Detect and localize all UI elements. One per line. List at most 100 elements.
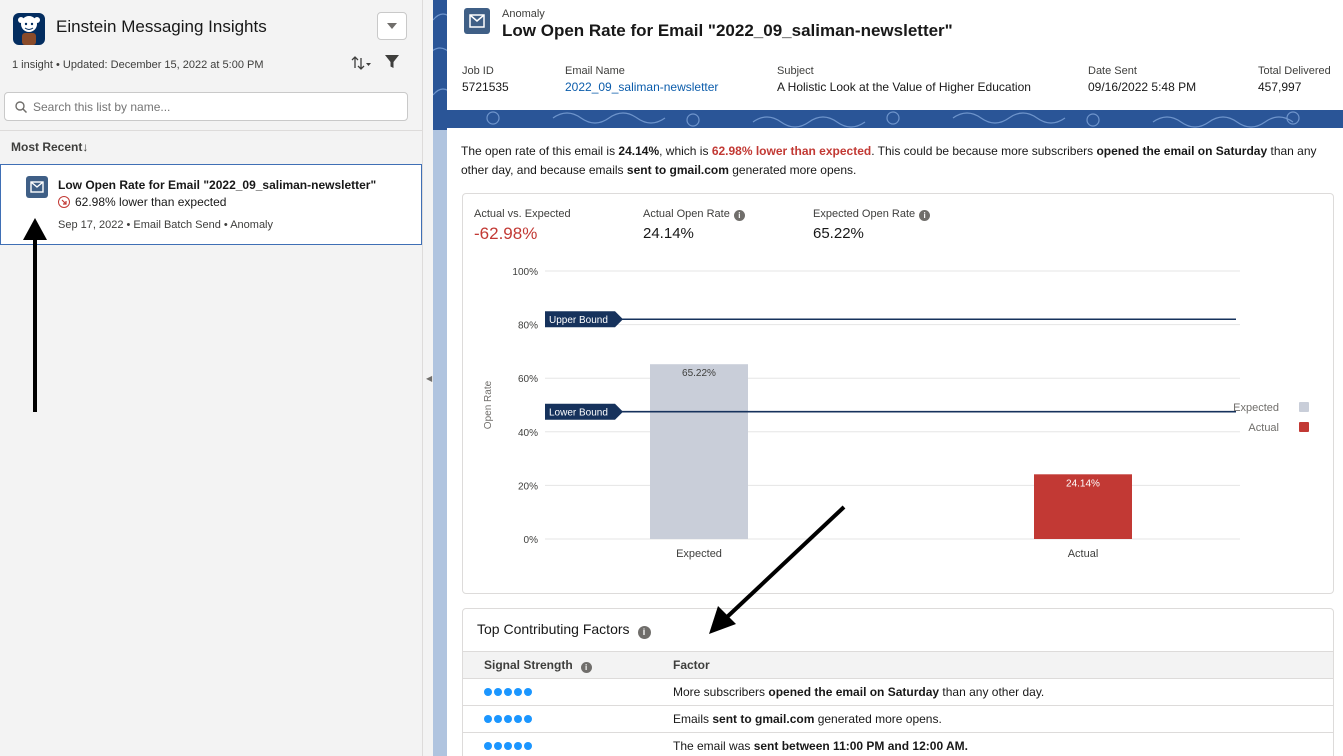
record-title: Low Open Rate for Email "2022_09_saliman… (502, 21, 953, 40)
insight-detail-panel: Anomaly Low Open Rate for Email "2022_09… (433, 0, 1343, 756)
filter-icon[interactable] (384, 54, 400, 70)
collapse-arrow-icon: ◀ (426, 374, 433, 383)
table-row: Emails sent to gmail.com generated more … (463, 706, 1333, 733)
factor-bold: sent between 11:00 PM and 12:00 AM. (753, 739, 968, 753)
upper-bound-label: Upper Bound (549, 315, 608, 326)
sort-icon[interactable] (350, 55, 372, 71)
field-label: Job ID (462, 65, 494, 77)
open-rate-chart: 0% 20% 40% 60% 80% 100% Open Rate 65.22% Expecte… (483, 267, 1309, 560)
email-icon (464, 8, 490, 34)
record-type: Anomaly (502, 8, 545, 20)
list-view-dropdown-button[interactable] (377, 12, 407, 40)
record-header: Anomaly Low Open Rate for Email "2022_09… (447, 0, 1343, 110)
chart-card: Actual vs. Expected -62.98% Actual Open … (462, 193, 1334, 594)
signal-strength-dots (484, 742, 532, 750)
info-icon[interactable]: i (919, 210, 931, 221)
info-icon[interactable]: i (733, 210, 745, 221)
kpi-label-text: Expected Open Rate (813, 208, 916, 220)
factors-title: Top Contributing Factors i (477, 621, 651, 639)
kpi-actual-vs-expected: Actual vs. Expected -62.98% (474, 208, 571, 244)
sort-order-label[interactable]: Most Recent↓ (11, 140, 88, 154)
list-item-subtitle-text: 62.98% lower than expected (75, 195, 227, 209)
factor-text: More subscribers opened the email on Sat… (673, 685, 1044, 699)
lower-bound-label: Lower Bound (549, 408, 608, 419)
search-input[interactable] (33, 97, 393, 117)
summary-highlight: 62.98% lower than expected (711, 144, 872, 158)
annotation-arrow-up (23, 218, 47, 412)
kpi-expected-open-rate: Expected Open Rate i 65.22% (813, 208, 931, 242)
insight-summary: The open rate of this email is 24.14%, w… (461, 142, 1331, 180)
y-tick-label: 60% (518, 374, 538, 385)
kpi-label: Expected Open Rate i (813, 208, 931, 221)
chevron-down-icon (387, 23, 397, 29)
kpi-label-text: Actual Open Rate (643, 208, 730, 220)
summary-text: The open rate of this email is (461, 144, 619, 158)
list-header: Einstein Messaging Insights 1 insight • … (0, 0, 422, 82)
email-icon (26, 176, 48, 198)
top-factors-card: Top Contributing Factors i Signal Strengt… (462, 608, 1334, 756)
list-item-title: Low Open Rate for Email "2022_09_saliman… (58, 178, 377, 192)
y-tick-label: 0% (524, 535, 539, 546)
y-axis-label: Open Rate (483, 380, 494, 429)
summary-bold: sent to gmail.com (626, 163, 729, 177)
field-total-delivered: Total Delivered 457,997 (1258, 65, 1331, 94)
annotation-arrow-diagonal (709, 505, 846, 634)
factor-part: generated more opens. (814, 712, 942, 726)
info-icon[interactable]: i (637, 626, 651, 639)
summary-text: generated more opens. (728, 163, 857, 177)
einstein-logo-icon (13, 13, 45, 45)
factor-part: The email was (673, 739, 754, 753)
field-email-name: Email Name 2022_09_saliman-newsletter (565, 65, 718, 94)
column-header-signal-strength: Signal Strength i (484, 658, 592, 673)
arrow-down-icon: ↓ (82, 140, 89, 154)
search-box[interactable] (4, 92, 408, 121)
legend-swatch (1299, 402, 1309, 412)
divider (0, 130, 422, 131)
legend-swatch (1299, 422, 1309, 432)
field-value: 457,997 (1258, 80, 1302, 94)
kpi-label: Actual Open Rate i (643, 208, 745, 221)
app-title: Einstein Messaging Insights (56, 17, 267, 36)
x-tick-label: Actual (1068, 548, 1099, 560)
field-value: A Holistic Look at the Value of Higher E… (777, 80, 1031, 94)
field-subject: Subject A Holistic Look at the Value of … (777, 65, 1031, 94)
factors-title-text: Top Contributing Factors (477, 621, 630, 637)
factor-text: The email was sent between 11:00 PM and … (673, 739, 968, 753)
field-value: 5721535 (462, 80, 509, 94)
sort-order-text: Most Recent (11, 140, 83, 154)
column-header-text: Signal Strength (484, 658, 573, 672)
kpi-value: 65.22% (813, 225, 864, 242)
y-tick-label: 20% (518, 481, 538, 492)
kpi-value: -62.98% (474, 224, 538, 243)
list-item-meta: Sep 17, 2022 • Email Batch Send • Anomal… (58, 219, 273, 231)
factor-part: More subscribers (673, 685, 769, 699)
insight-body: The open rate of this email is 24.14%, w… (447, 128, 1343, 756)
factor-part: than any other day. (939, 685, 1045, 699)
email-name-link[interactable]: 2022_09_saliman-newsletter (565, 80, 718, 94)
summary-bold: opened the email on Saturday (1096, 144, 1268, 158)
summary-text: , which is (659, 144, 712, 158)
field-job-id: Job ID 5721535 (462, 65, 509, 94)
info-icon[interactable]: i (580, 662, 592, 673)
panel-resize-handle[interactable]: ◀ (423, 0, 433, 756)
signal-strength-dots (484, 715, 532, 723)
kpi-value: 24.14% (643, 225, 694, 242)
list-item[interactable]: Low Open Rate for Email "2022_09_saliman… (0, 164, 422, 245)
summary-text: . This could be because more subscribers (871, 144, 1097, 158)
kpi-label: Actual vs. Expected (474, 208, 571, 220)
factor-text: Emails sent to gmail.com generated more … (673, 712, 942, 726)
signal-strength-dots (484, 688, 532, 696)
summary-bold: 24.14% (618, 144, 660, 158)
bar-value-label: 65.22% (682, 368, 716, 379)
field-label: Date Sent (1088, 65, 1137, 77)
search-icon (15, 101, 27, 113)
field-label: Email Name (565, 65, 625, 77)
kpi-actual-open-rate: Actual Open Rate i 24.14% (643, 208, 745, 242)
y-tick-label: 80% (518, 321, 538, 332)
list-meta: 1 insight • Updated: December 15, 2022 a… (12, 59, 264, 71)
field-label: Subject (777, 65, 814, 77)
y-tick-label: 100% (512, 267, 538, 278)
y-tick-label: 40% (518, 428, 538, 439)
factor-bold: sent to gmail.com (712, 712, 815, 726)
column-header-factor: Factor (673, 658, 710, 672)
